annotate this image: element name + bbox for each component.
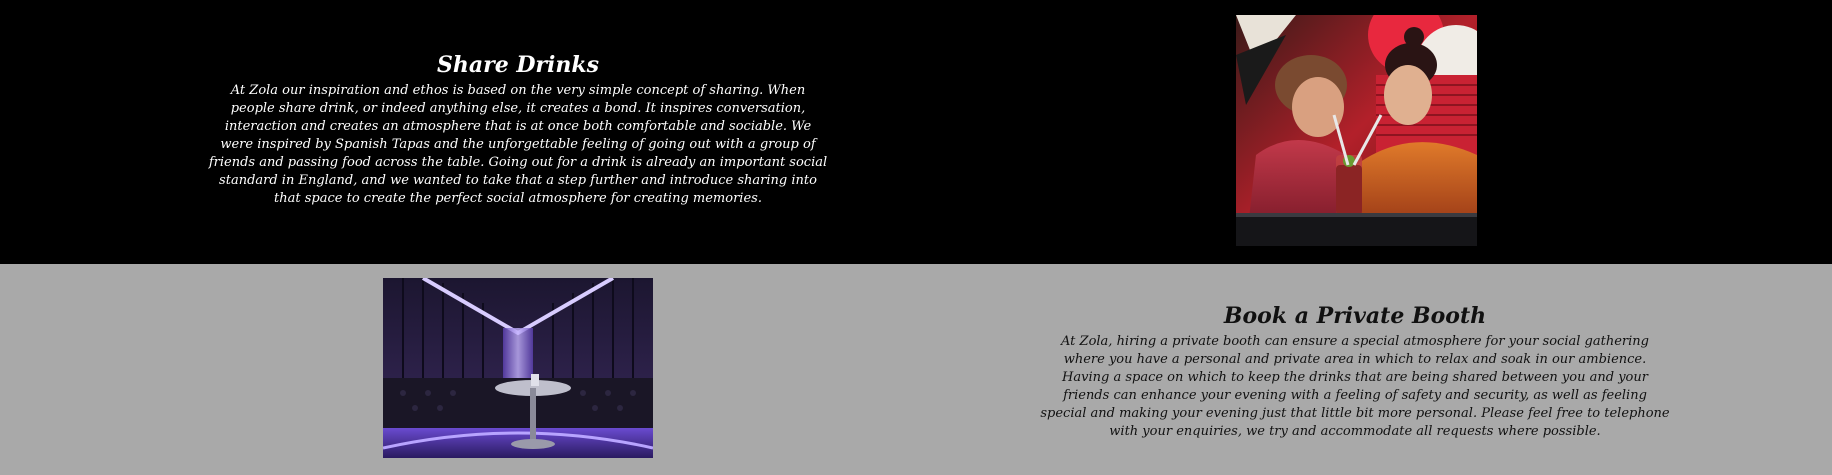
- private-booth-photo: [383, 278, 653, 458]
- share-drinks-body: At Zola our inspiration and ethos is bas…: [208, 83, 828, 206]
- private-booth-title: Book a Private Booth: [1223, 303, 1487, 329]
- share-drinks-title: Share Drinks: [436, 52, 600, 78]
- private-booth-body: At Zola, hiring a private booth can ensu…: [1040, 334, 1670, 439]
- couple-photo-icon: [1236, 15, 1477, 246]
- private-booth-section: Book a Private Booth At Zola, hiring a p…: [0, 264, 1832, 475]
- share-drinks-section: Share Drinks At Zola our inspiration and…: [0, 0, 1832, 264]
- booth-photo-icon: [383, 278, 653, 458]
- page: Share Drinks At Zola our inspiration and…: [0, 0, 1832, 475]
- share-drinks-photo: [1236, 15, 1477, 246]
- private-booth-text: Book a Private Booth At Zola, hiring a p…: [1040, 303, 1670, 441]
- share-drinks-text: Share Drinks At Zola our inspiration and…: [208, 52, 828, 208]
